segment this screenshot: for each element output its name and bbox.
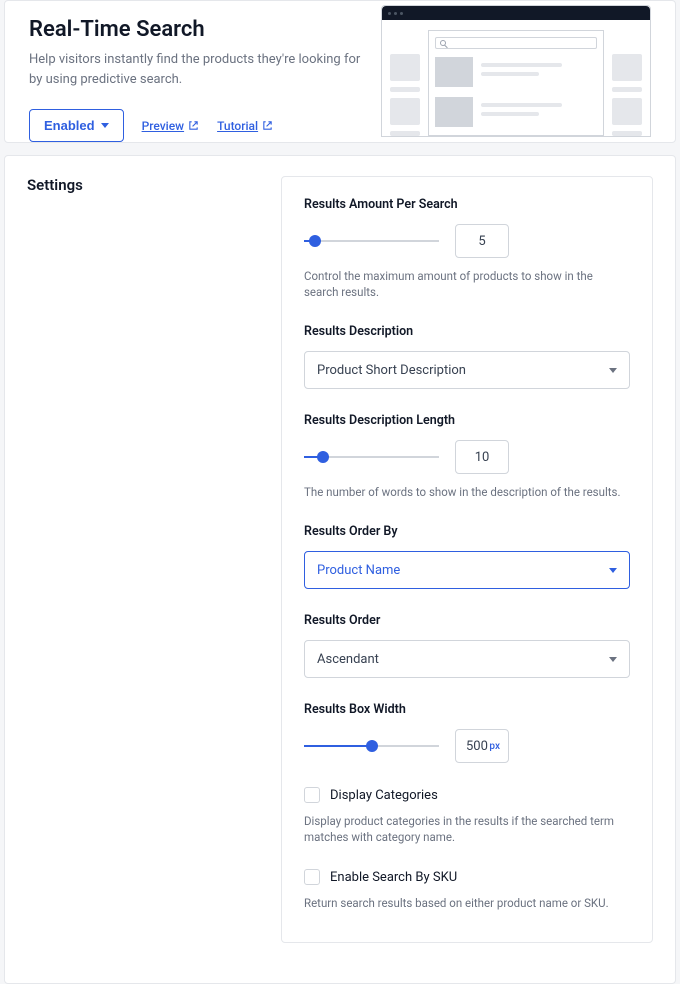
results-box-width-label: Results Box Width [304, 702, 630, 717]
results-amount-help: Control the maximum amount of products t… [304, 268, 630, 300]
external-link-icon [262, 120, 273, 131]
enabled-button-label: Enabled [44, 118, 95, 133]
results-description-length-label: Results Description Length [304, 413, 630, 428]
external-link-icon [188, 120, 199, 131]
field-results-order: Results Order Ascendant [304, 613, 630, 678]
results-amount-label: Results Amount Per Search [304, 197, 630, 212]
results-order-label: Results Order [304, 613, 630, 628]
display-categories-checkbox[interactable] [304, 787, 320, 803]
preview-link[interactable]: Preview [142, 119, 200, 133]
search-icon [440, 40, 446, 46]
display-categories-label: Display Categories [330, 788, 438, 803]
settings-heading: Settings [27, 176, 257, 194]
settings-sidebar: Settings [27, 176, 257, 943]
chevron-down-icon [609, 568, 617, 573]
hero-illustration [381, 5, 651, 137]
results-description-select[interactable]: Product Short Description [304, 351, 630, 389]
results-box-width-input[interactable]: 500 px [455, 729, 509, 763]
display-categories-help: Display product categories in the result… [304, 813, 630, 845]
settings-panel: Results Amount Per Search 5 Control the … [281, 176, 653, 943]
enabled-button[interactable]: Enabled [29, 109, 124, 142]
results-description-label: Results Description [304, 324, 630, 339]
tutorial-link-label: Tutorial [217, 119, 258, 133]
enable-sku-checkbox[interactable] [304, 869, 320, 885]
slider-knob[interactable] [366, 740, 378, 752]
hero-content: Real-Time Search Help visitors instantly… [29, 17, 369, 122]
results-description-length-input[interactable]: 10 [455, 440, 509, 474]
hero-card: Real-Time Search Help visitors instantly… [4, 0, 676, 143]
field-results-order-by: Results Order By Product Name [304, 524, 630, 589]
hero-title: Real-Time Search [29, 17, 369, 42]
hero-description: Help visitors instantly find the product… [29, 50, 369, 89]
tutorial-link[interactable]: Tutorial [217, 119, 273, 133]
results-box-width-slider[interactable] [304, 738, 439, 754]
browser-titlebar [382, 6, 650, 20]
results-order-by-label: Results Order By [304, 524, 630, 539]
slider-knob[interactable] [309, 235, 321, 247]
browser-mock [381, 5, 651, 137]
field-results-description-length: Results Description Length 10 The number… [304, 413, 630, 500]
chevron-down-icon [609, 657, 617, 662]
caret-down-icon [101, 123, 109, 128]
preview-link-label: Preview [142, 119, 185, 133]
results-description-length-slider[interactable] [304, 449, 439, 465]
unit-label: px [489, 741, 500, 752]
settings-section: Settings Results Amount Per Search 5 Con… [4, 155, 676, 984]
results-order-by-select[interactable]: Product Name [304, 551, 630, 589]
enable-sku-help: Return search results based on either pr… [304, 895, 630, 911]
chevron-down-icon [609, 368, 617, 373]
field-enable-sku: Enable Search By SKU Return search resul… [304, 869, 630, 911]
field-results-description: Results Description Product Short Descri… [304, 324, 630, 389]
field-results-box-width: Results Box Width 500 px [304, 702, 630, 763]
enable-sku-label: Enable Search By SKU [330, 870, 457, 885]
results-amount-slider[interactable] [304, 233, 439, 249]
hero-actions: Enabled Preview Tutorial [29, 109, 369, 142]
slider-knob[interactable] [317, 451, 329, 463]
search-dropdown-mock [428, 30, 604, 136]
field-display-categories: Display Categories Display product categ… [304, 787, 630, 845]
results-description-length-help: The number of words to show in the descr… [304, 484, 630, 500]
results-order-select[interactable]: Ascendant [304, 640, 630, 678]
results-amount-input[interactable]: 5 [455, 224, 509, 258]
field-results-amount: Results Amount Per Search 5 Control the … [304, 197, 630, 300]
